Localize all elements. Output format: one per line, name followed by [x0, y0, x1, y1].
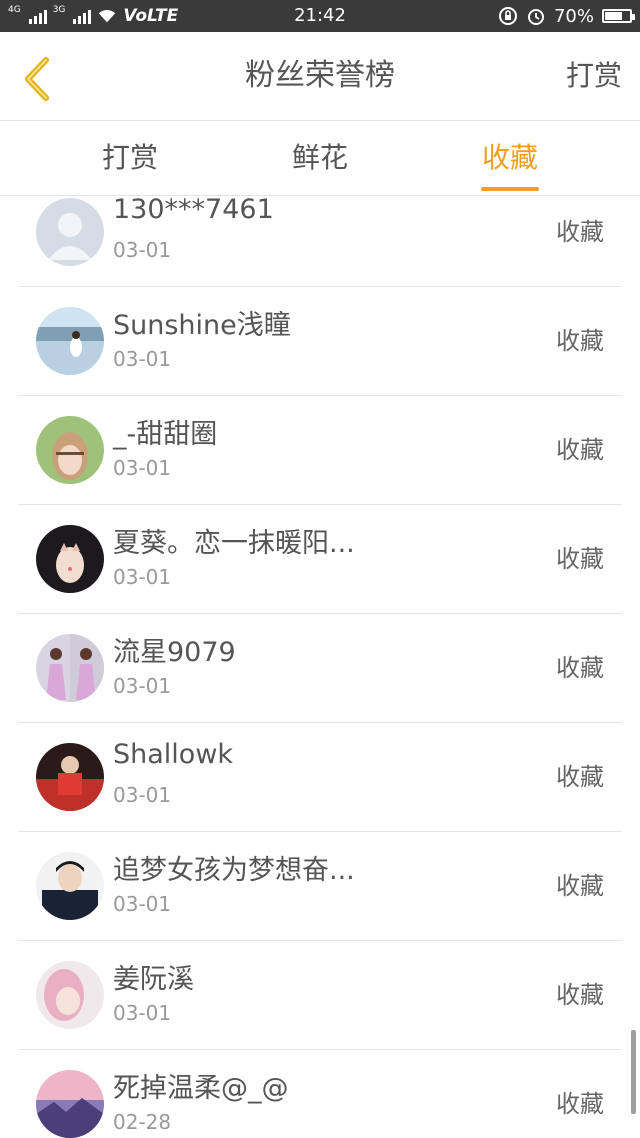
- tab-favorites[interactable]: 收藏: [450, 121, 570, 195]
- tab-label: 鲜花: [291, 141, 348, 174]
- date: 03-01: [113, 565, 172, 589]
- date: 03-01: [113, 674, 172, 698]
- avatar: [36, 1070, 104, 1138]
- date: 03-01: [113, 892, 172, 916]
- battery-icon: [602, 9, 635, 23]
- date: 03-01: [113, 238, 172, 262]
- avatar: [36, 852, 104, 920]
- favorite-label: 收藏: [556, 327, 604, 355]
- favorite-label: 收藏: [556, 654, 604, 682]
- favorite-label: 收藏: [556, 218, 604, 246]
- page-title: 粉丝荣誉榜: [245, 58, 395, 93]
- avatar: [36, 307, 104, 375]
- status-bar-right: 70%: [498, 0, 635, 32]
- avatar: [36, 416, 104, 484]
- user-name: Sunshine浅瞳: [113, 310, 291, 341]
- scrollbar-thumb[interactable]: [631, 1030, 636, 1114]
- date: 03-01: [113, 1001, 172, 1025]
- tab-label: 打赏: [101, 141, 158, 174]
- avatar: [36, 743, 104, 811]
- favorite-label: 收藏: [556, 981, 604, 1009]
- list-item[interactable]: 姜阮溪 03-01 收藏: [18, 941, 622, 1050]
- avatar: [36, 198, 104, 266]
- user-name: _-甜甜圈: [113, 419, 218, 450]
- user-name: Shallowk: [113, 739, 234, 770]
- tab-bar: 打赏 鲜花 收藏: [0, 121, 640, 196]
- rotation-lock-icon: [498, 6, 518, 26]
- tab-reward[interactable]: 打赏: [70, 121, 190, 195]
- date: 03-01: [113, 456, 172, 480]
- date: 02-28: [113, 1110, 172, 1134]
- user-name: 流星9079: [113, 637, 236, 668]
- list-item[interactable]: 追梦女孩为梦想奋... 03-01 收藏: [18, 832, 622, 941]
- reward-button[interactable]: 打赏: [566, 32, 622, 120]
- favorite-label: 收藏: [556, 763, 604, 791]
- alarm-icon: [526, 6, 546, 26]
- app-header: 粉丝荣誉榜 打赏: [0, 32, 640, 121]
- date: 03-01: [113, 783, 172, 807]
- list-item[interactable]: Sunshine浅瞳 03-01 收藏: [18, 287, 622, 396]
- favorite-label: 收藏: [556, 436, 604, 464]
- avatar: [36, 525, 104, 593]
- favorite-label: 收藏: [556, 872, 604, 900]
- battery-percent: 70%: [553, 5, 594, 27]
- user-name: 死掉温柔@_@: [113, 1073, 289, 1104]
- date: 03-01: [113, 347, 172, 371]
- avatar: [36, 634, 104, 702]
- fan-list[interactable]: 130***7461 03-01 收藏 Sunshine浅瞳 03-01 收藏 …: [0, 196, 640, 1138]
- list-item[interactable]: 流星9079 03-01 收藏: [18, 614, 622, 723]
- user-name: 夏葵。恋一抹暖阳...: [113, 528, 355, 559]
- favorite-label: 收藏: [556, 1090, 604, 1118]
- list-item[interactable]: Shallowk 03-01 收藏: [18, 723, 622, 832]
- favorite-label: 收藏: [556, 545, 604, 573]
- avatar: [36, 961, 104, 1029]
- user-name: 追梦女孩为梦想奋...: [113, 855, 355, 886]
- list-item[interactable]: 死掉温柔@_@ 02-28 收藏: [18, 1050, 622, 1138]
- tab-flowers[interactable]: 鲜花: [260, 121, 380, 195]
- status-bar: 4G 3G VoLTE 21:42 70%: [0, 0, 640, 32]
- list-item[interactable]: _-甜甜圈 03-01 收藏: [18, 396, 622, 505]
- tab-label: 收藏: [481, 141, 538, 174]
- user-name: 130***7461: [113, 196, 274, 225]
- list-item[interactable]: 130***7461 03-01 收藏: [18, 196, 622, 287]
- user-name: 姜阮溪: [113, 964, 194, 995]
- active-tab-indicator: [481, 187, 539, 191]
- list-item[interactable]: 夏葵。恋一抹暖阳... 03-01 收藏: [18, 505, 622, 614]
